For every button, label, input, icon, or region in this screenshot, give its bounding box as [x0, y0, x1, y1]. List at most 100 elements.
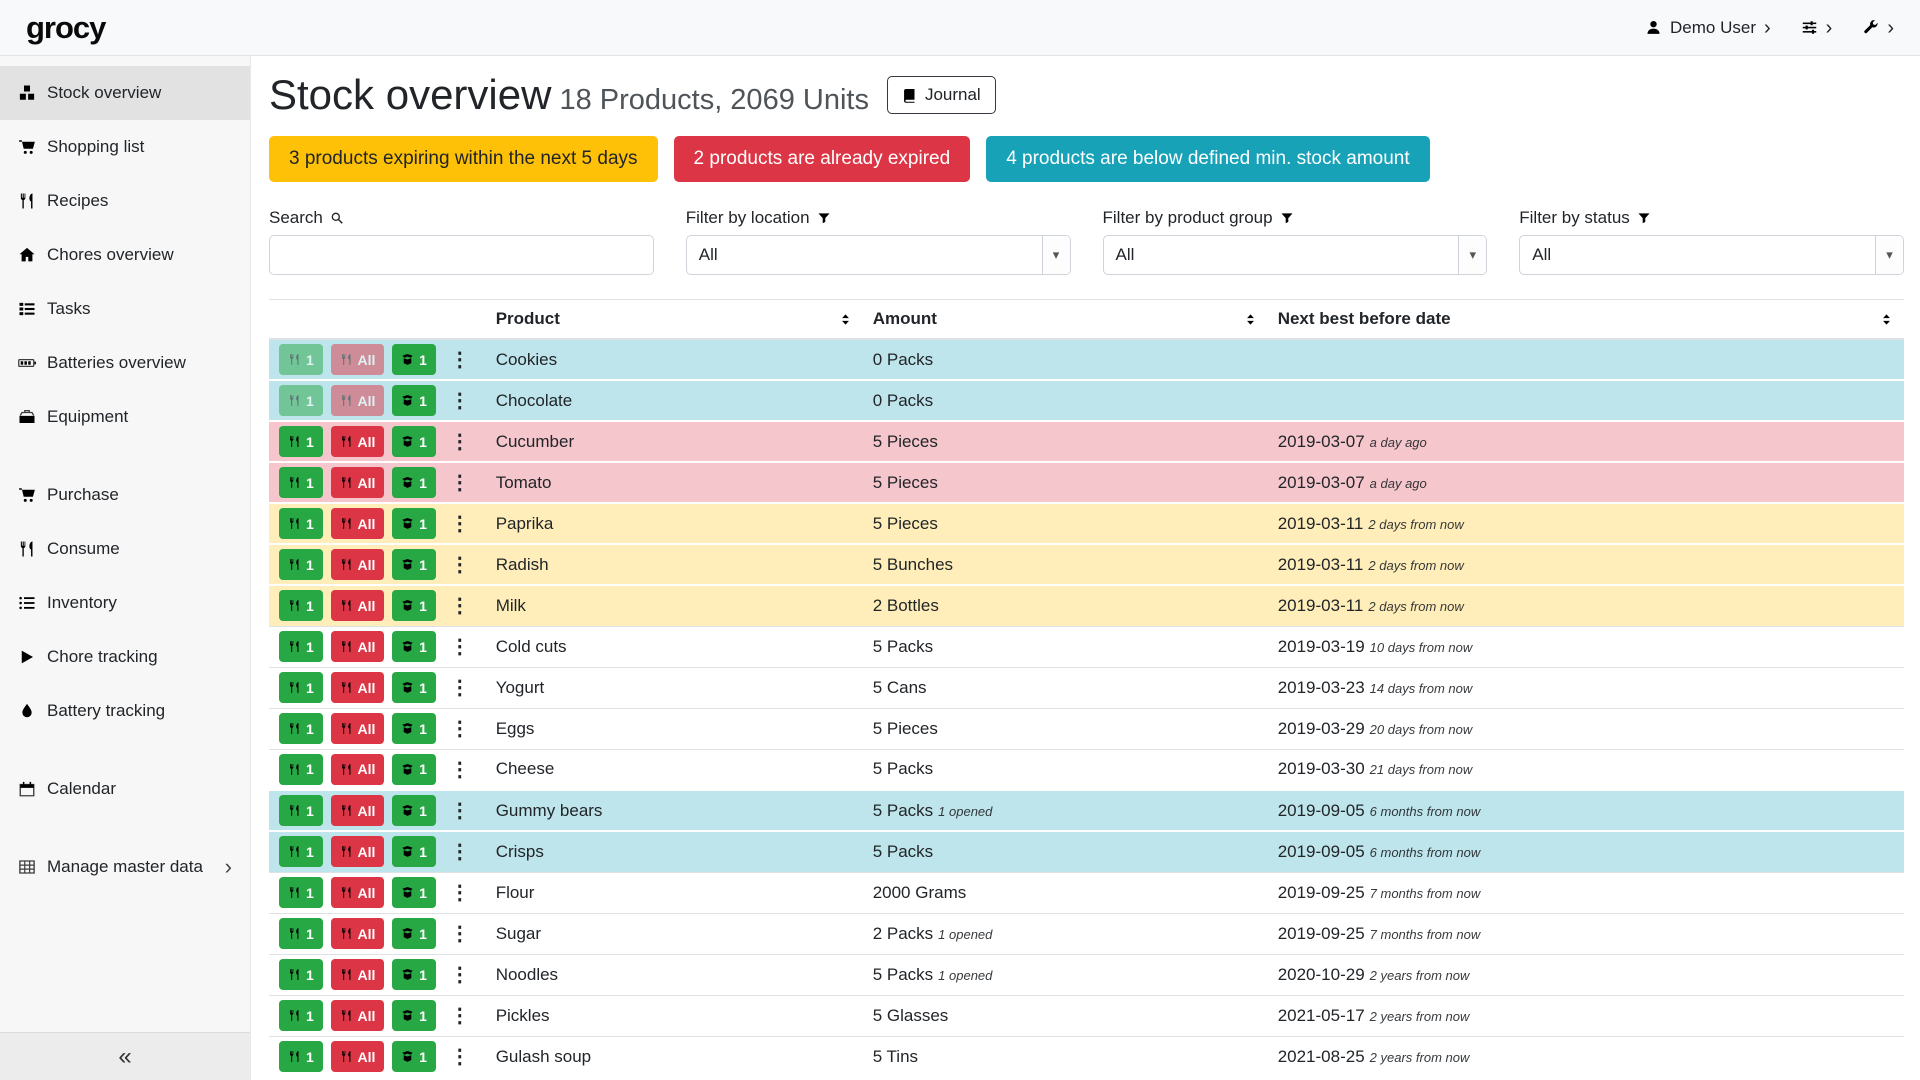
sidebar-item-manage-master-data[interactable]: Manage master data › [0, 840, 250, 894]
consume-one-button[interactable]: 1 [279, 836, 323, 867]
open-one-button[interactable]: 1 [392, 713, 436, 744]
consume-one-button[interactable]: 1 [279, 344, 323, 375]
row-menu-button[interactable]: ⋮ [444, 921, 476, 946]
consume-one-button[interactable]: 1 [279, 713, 323, 744]
row-menu-button[interactable]: ⋮ [444, 593, 476, 618]
search-input[interactable] [269, 235, 654, 275]
sidebar-item-chore-tracking[interactable]: Chore tracking [0, 630, 250, 684]
row-menu-button[interactable]: ⋮ [444, 675, 476, 700]
row-menu-button[interactable]: ⋮ [444, 757, 476, 782]
open-one-button[interactable]: 1 [392, 795, 436, 826]
sidebar-item-equipment[interactable]: Equipment [0, 390, 250, 444]
open-one-button[interactable]: 1 [392, 385, 436, 416]
status-banner-expiring-soon[interactable]: 3 products expiring within the next 5 da… [269, 136, 658, 182]
open-one-button[interactable]: 1 [392, 918, 436, 949]
consume-one-button[interactable]: 1 [279, 1041, 323, 1072]
consume-all-button[interactable]: All [331, 754, 385, 785]
open-one-button[interactable]: 1 [392, 836, 436, 867]
sidebar-item-purchase[interactable]: Purchase [0, 468, 250, 522]
row-menu-button[interactable]: ⋮ [444, 388, 476, 413]
admin-menu[interactable]: › [1862, 18, 1894, 38]
open-one-button[interactable]: 1 [392, 467, 436, 498]
consume-all-button[interactable]: All [331, 549, 385, 580]
settings-menu[interactable]: › [1801, 18, 1833, 38]
sidebar-item-consume[interactable]: Consume [0, 522, 250, 576]
consume-all-button[interactable]: All [331, 508, 385, 539]
consume-one-button[interactable]: 1 [279, 631, 323, 662]
consume-all-button[interactable]: All [331, 959, 385, 990]
open-one-button[interactable]: 1 [392, 549, 436, 580]
consume-all-button[interactable]: All [331, 344, 385, 375]
product-group-filter-select[interactable]: All ▾ [1103, 235, 1488, 275]
sidebar-item-batteries-overview[interactable]: Batteries overview [0, 336, 250, 390]
row-menu-button[interactable]: ⋮ [444, 511, 476, 536]
user-menu[interactable]: Demo User › [1645, 18, 1771, 38]
sidebar-item-tasks[interactable]: Tasks [0, 282, 250, 336]
sidebar-item-recipes[interactable]: Recipes [0, 174, 250, 228]
consume-one-button[interactable]: 1 [279, 918, 323, 949]
row-menu-button[interactable]: ⋮ [444, 429, 476, 454]
open-one-button[interactable]: 1 [392, 590, 436, 621]
open-one-button[interactable]: 1 [392, 1041, 436, 1072]
row-menu-button[interactable]: ⋮ [444, 1003, 476, 1028]
consume-one-button[interactable]: 1 [279, 590, 323, 621]
location-filter-select[interactable]: All ▾ [686, 235, 1071, 275]
consume-one-button[interactable]: 1 [279, 672, 323, 703]
consume-all-button[interactable]: All [331, 836, 385, 867]
status-filter-select[interactable]: All ▾ [1519, 235, 1904, 275]
consume-one-button[interactable]: 1 [279, 959, 323, 990]
consume-all-button[interactable]: All [331, 631, 385, 662]
consume-one-button[interactable]: 1 [279, 754, 323, 785]
open-one-button[interactable]: 1 [392, 672, 436, 703]
consume-all-button[interactable]: All [331, 590, 385, 621]
consume-one-button[interactable]: 1 [279, 1000, 323, 1031]
row-menu-button[interactable]: ⋮ [444, 839, 476, 864]
sidebar-item-battery-tracking[interactable]: Battery tracking [0, 684, 250, 738]
sidebar-collapse-button[interactable]: « [118, 1043, 131, 1071]
row-menu-button[interactable]: ⋮ [444, 798, 476, 823]
consume-one-button[interactable]: 1 [279, 385, 323, 416]
consume-all-button[interactable]: All [331, 672, 385, 703]
row-menu-button[interactable]: ⋮ [444, 347, 476, 372]
sidebar-item-shopping-list[interactable]: Shopping list [0, 120, 250, 174]
consume-all-button[interactable]: All [331, 1000, 385, 1031]
open-one-button[interactable]: 1 [392, 344, 436, 375]
row-menu-button[interactable]: ⋮ [444, 962, 476, 987]
open-one-button[interactable]: 1 [392, 508, 436, 539]
header-product[interactable]: Product [486, 300, 863, 340]
consume-one-button[interactable]: 1 [279, 549, 323, 580]
open-one-button[interactable]: 1 [392, 631, 436, 662]
header-amount[interactable]: Amount [863, 300, 1268, 340]
sidebar-item-stock-overview[interactable]: Stock overview [0, 66, 250, 120]
consume-one-button[interactable]: 1 [279, 508, 323, 539]
consume-all-button[interactable]: All [331, 1041, 385, 1072]
row-menu-button[interactable]: ⋮ [444, 880, 476, 905]
sidebar-item-inventory[interactable]: Inventory [0, 576, 250, 630]
status-banner-expired[interactable]: 2 products are already expired [674, 136, 971, 182]
consume-all-button[interactable]: All [331, 918, 385, 949]
consume-all-button[interactable]: All [331, 795, 385, 826]
open-one-button[interactable]: 1 [392, 426, 436, 457]
open-one-button[interactable]: 1 [392, 1000, 436, 1031]
status-banner-below-min-stock[interactable]: 4 products are below defined min. stock … [986, 136, 1429, 182]
consume-all-button[interactable]: All [331, 467, 385, 498]
consume-all-button[interactable]: All [331, 385, 385, 416]
consume-all-button[interactable]: All [331, 426, 385, 457]
row-menu-button[interactable]: ⋮ [444, 470, 476, 495]
row-menu-button[interactable]: ⋮ [444, 716, 476, 741]
open-one-button[interactable]: 1 [392, 754, 436, 785]
consume-all-button[interactable]: All [331, 877, 385, 908]
consume-one-button[interactable]: 1 [279, 877, 323, 908]
open-one-button[interactable]: 1 [392, 959, 436, 990]
row-menu-button[interactable]: ⋮ [444, 634, 476, 659]
sidebar-item-chores-overview[interactable]: Chores overview [0, 228, 250, 282]
grocy-logo[interactable]: grocy [26, 10, 105, 46]
journal-button[interactable]: Journal [887, 76, 996, 114]
consume-one-button[interactable]: 1 [279, 467, 323, 498]
row-menu-button[interactable]: ⋮ [444, 1044, 476, 1069]
consume-all-button[interactable]: All [331, 713, 385, 744]
consume-one-button[interactable]: 1 [279, 795, 323, 826]
consume-one-button[interactable]: 1 [279, 426, 323, 457]
open-one-button[interactable]: 1 [392, 877, 436, 908]
header-next-best-before-date[interactable]: Next best before date [1268, 300, 1904, 340]
